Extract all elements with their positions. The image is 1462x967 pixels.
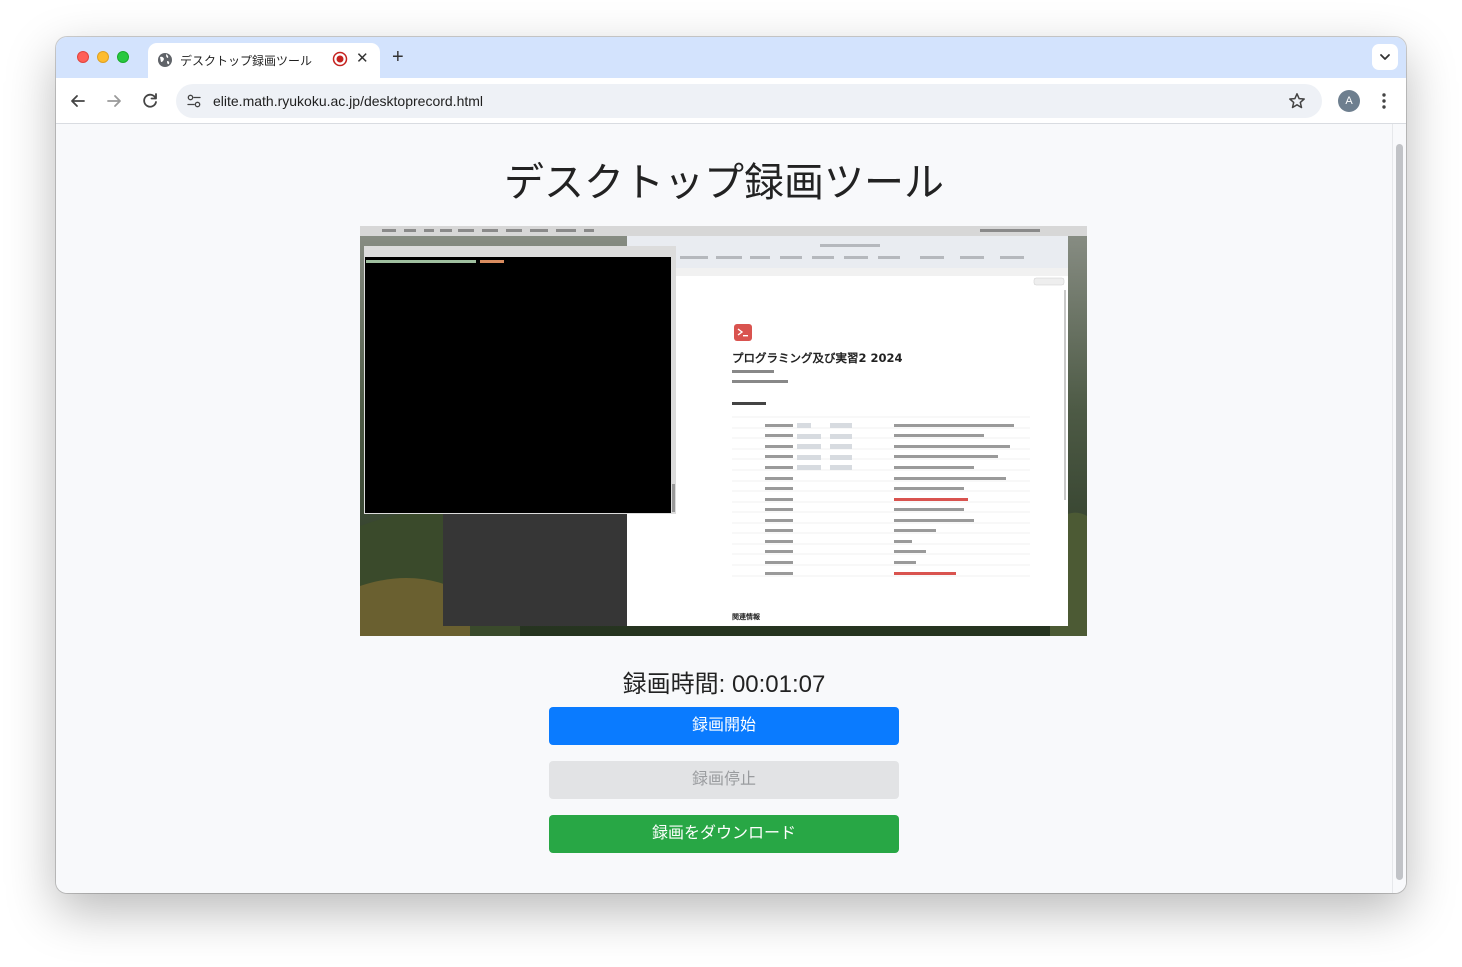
minimize-window-button[interactable] [97,51,109,63]
download-recording-button[interactable]: 録画をダウンロード [549,815,899,853]
new-tab-button[interactable]: + [392,46,404,68]
start-recording-button[interactable]: 録画開始 [549,707,899,745]
globe-icon [158,53,172,67]
recording-timer: 録画時間: 00:01:07 [622,671,826,698]
reload-icon[interactable] [139,90,161,112]
zoom-window-button[interactable] [117,51,129,63]
back-arrow-icon[interactable] [67,90,89,112]
page-content: デスクトップ録画ツール プログラミング及び実習2 2024 関連情報 録画時間:… [56,124,1392,893]
browser-toolbar: elite.math.ryukoku.ac.jp/desktoprecord.h… [56,78,1406,124]
tab-title: デスクトップ録画ツール [180,54,313,68]
url-text: elite.math.ryukoku.ac.jp/desktoprecord.h… [213,93,484,109]
page-scrollbar[interactable] [1392,124,1406,893]
chevron-down-icon [1380,54,1390,60]
profile-avatar[interactable]: A [1338,90,1360,112]
browser-window: デスクトップ録画ツール ✕ + elite.math.ryukoku.ac.jp… [56,37,1406,893]
forward-arrow-icon[interactable] [103,90,125,112]
recording-indicator-icon [332,51,348,67]
page-title: デスクトップ録画ツール [504,161,944,205]
bookmark-star-icon[interactable] [1288,92,1306,110]
tab-strip: デスクトップ録画ツール ✕ + [56,37,1406,78]
site-settings-icon[interactable] [186,93,202,109]
preview-notion-title: プログラミング及び実習2 2024 [732,351,903,365]
address-bar[interactable]: elite.math.ryukoku.ac.jp/desktoprecord.h… [176,84,1322,118]
tab-search-button[interactable] [1372,44,1398,70]
preview-frame: プログラミング及び実習2 2024 関連情報 [360,226,1087,636]
close-window-button[interactable] [77,51,89,63]
close-tab-icon[interactable]: ✕ [356,50,369,68]
recording-preview-video: プログラミング及び実習2 2024 関連情報 [360,226,1087,636]
more-menu-icon[interactable] [1374,90,1394,112]
stop-recording-button[interactable]: 録画停止 [549,761,899,799]
preview-related-label: 関連情報 [732,612,761,621]
scrollbar-thumb[interactable] [1396,144,1403,880]
browser-tab[interactable]: デスクトップ録画ツール ✕ [148,43,380,78]
